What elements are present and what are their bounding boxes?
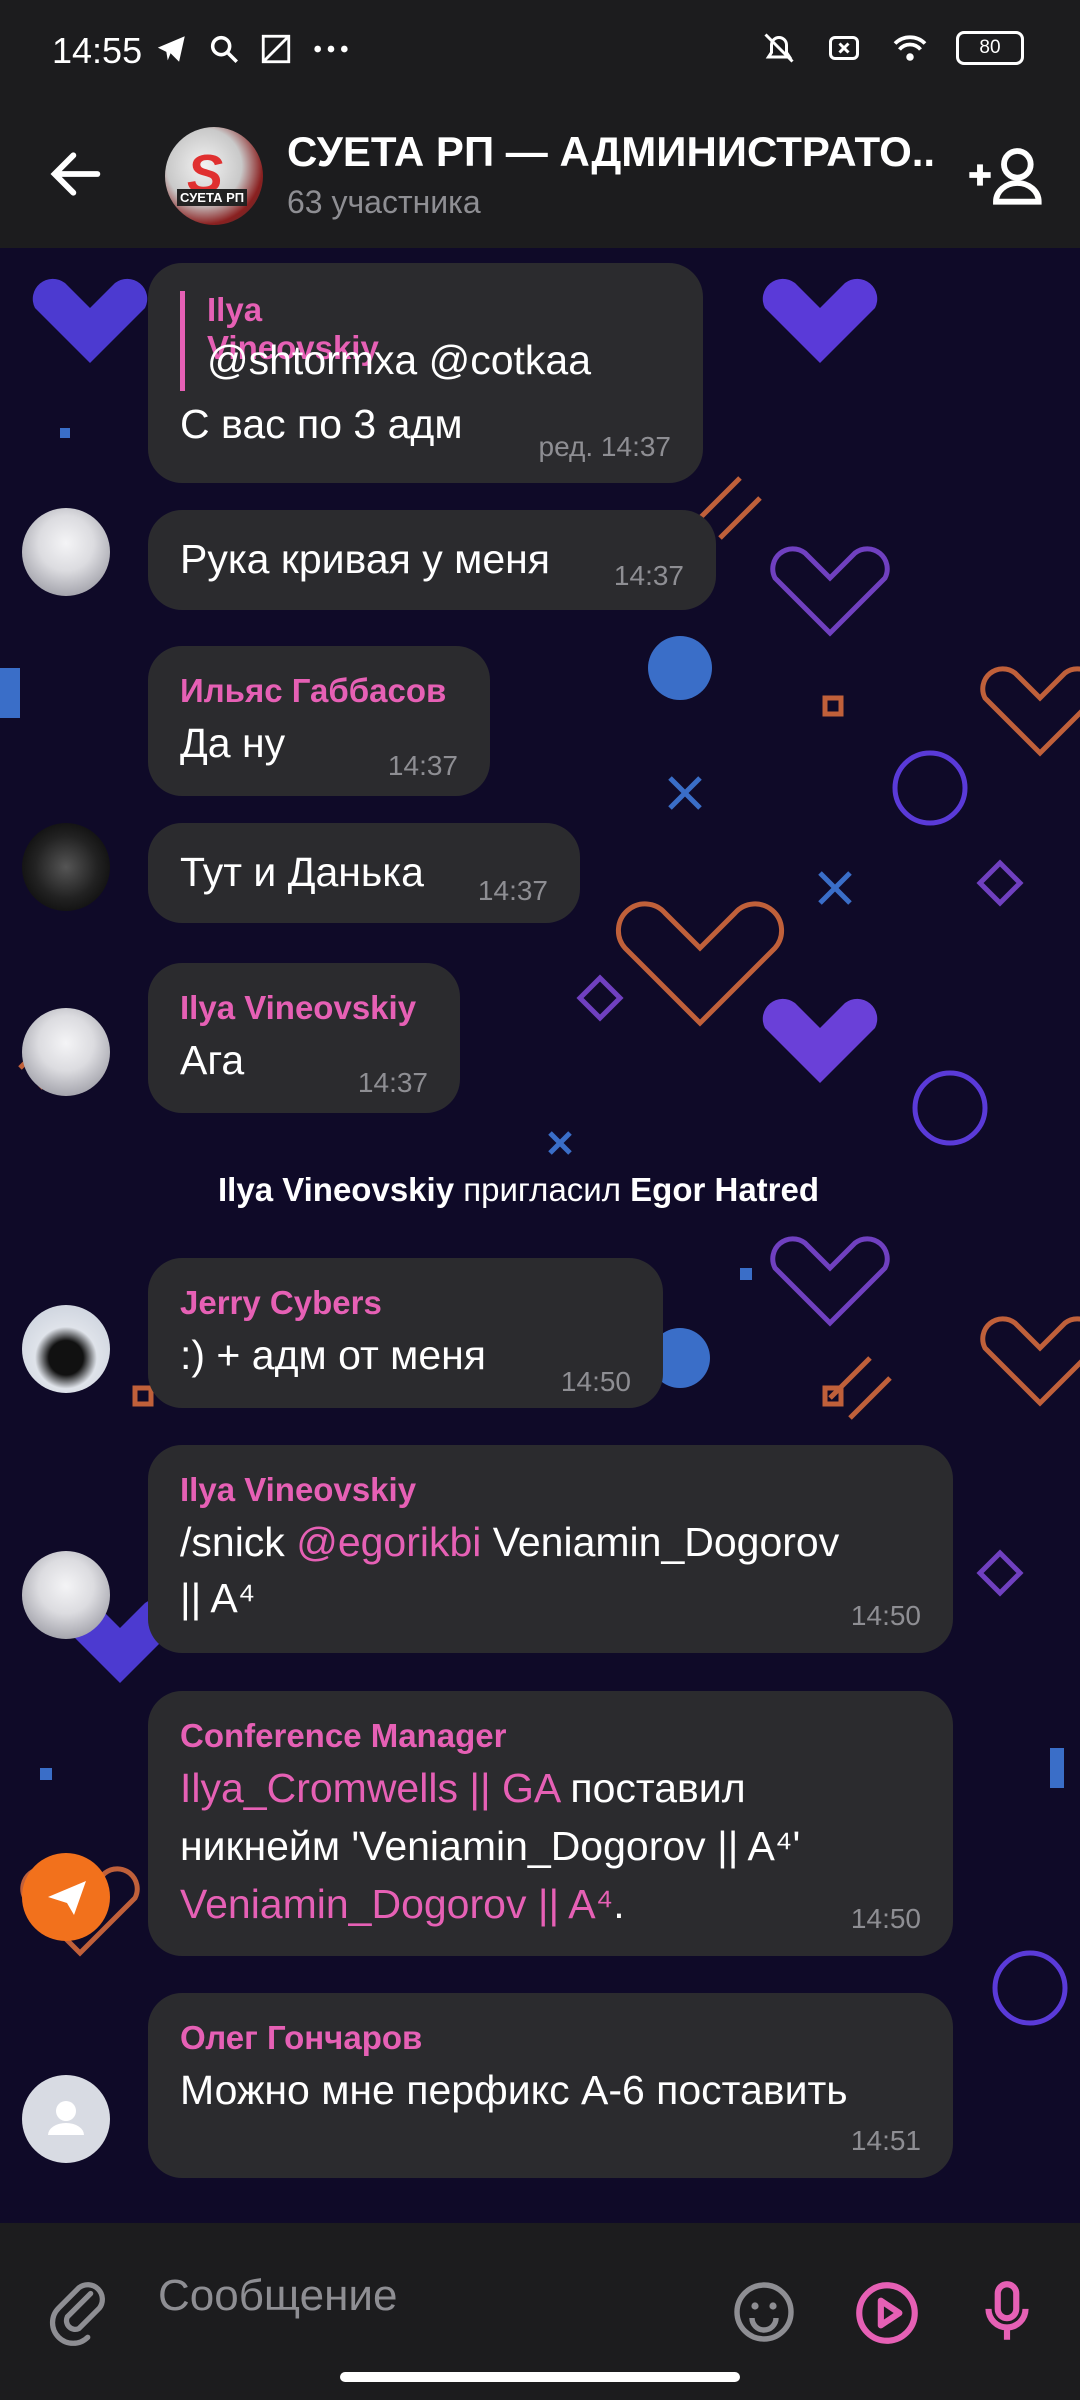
mention-link[interactable]: @egorikbi xyxy=(296,1519,481,1565)
message-bubble[interactable]: Ilya Vineovskiy @shtormxa @cotkaa С вас … xyxy=(148,263,703,483)
user-link[interactable]: Ilya_Cromwells || GA xyxy=(180,1765,559,1811)
quoted-text: @shtormxa @cotkaa xyxy=(207,337,592,383)
battery-indicator: 80 xyxy=(956,31,1024,65)
emoji-icon[interactable] xyxy=(728,2276,800,2348)
service-action: пригласил xyxy=(454,1171,631,1208)
service-message: Ilya Vineovskiy пригласил Egor Hatred xyxy=(200,1163,837,1217)
service-target[interactable]: Egor Hatred xyxy=(630,1171,819,1208)
avatar[interactable] xyxy=(22,1853,110,1941)
message-input[interactable]: Сообщение xyxy=(158,2271,397,2321)
status-time: 14:55 xyxy=(52,30,143,71)
message-bubble[interactable]: Тут и Данька 14:37 xyxy=(148,823,580,923)
sender-name[interactable]: Ильяс Габбасов xyxy=(180,672,446,710)
avatar[interactable] xyxy=(22,1551,110,1639)
avatar[interactable] xyxy=(22,1008,110,1096)
message-text-line: Veniamin_Dogorov || A⁴. xyxy=(180,1875,625,1933)
message-bubble[interactable]: Ilya Vineovskiy Ага 14:37 xyxy=(148,963,460,1113)
message-bubble[interactable]: Ильяс Габбасов Да ну 14:37 xyxy=(148,646,490,796)
mute-icon xyxy=(764,33,794,63)
sender-name[interactable]: Ilya Vineovskiy xyxy=(180,1471,416,1509)
sim-off-icon xyxy=(829,36,859,60)
message-text-line: никнейм 'Veniamin_Dogorov || A⁴' xyxy=(180,1823,801,1869)
avatar[interactable] xyxy=(22,823,110,911)
message-time: 14:51 xyxy=(850,2125,921,2156)
message-time: 14:37 xyxy=(613,560,684,591)
message-text-line: /snick @egorikbi Veniamin_Dogorov xyxy=(180,1513,839,1571)
message-bubble[interactable]: Conference Manager Ilya_Cromwells || GA … xyxy=(148,1691,953,1956)
message-text: Тут и Данька xyxy=(180,849,424,895)
message-text-line: Ilya_Cromwells || GA поставил xyxy=(180,1759,746,1817)
status-bar: 14:55 80 xyxy=(0,0,1080,100)
send-plane-icon xyxy=(48,1881,86,1915)
message-text-line: || A⁴ xyxy=(180,1575,256,1621)
chat-avatar-label: СУЕТА РП xyxy=(177,189,248,206)
chat-member-count: 63 участника xyxy=(287,184,481,220)
reply-quote[interactable]: Ilya Vineovskiy @shtormxa @cotkaa xyxy=(180,291,591,391)
more-icon xyxy=(314,45,348,53)
message-time: 14:37 xyxy=(357,1067,428,1098)
gallery-icon xyxy=(261,34,291,64)
chat-title[interactable]: СУЕТА РП — АДМИНИСТРАТО... xyxy=(287,128,937,176)
chat-header: S СУЕТА РП СУЕТА РП — АДМИНИСТРАТО... 63… xyxy=(0,100,1080,248)
status-notification-icons xyxy=(155,32,351,66)
wifi-icon xyxy=(893,35,927,61)
sender-name[interactable]: Jerry Cybers xyxy=(180,1284,382,1322)
search-icon xyxy=(210,35,239,64)
attach-icon[interactable] xyxy=(44,2276,114,2346)
microphone-icon[interactable] xyxy=(970,2273,1044,2351)
message-text-part: . xyxy=(613,1881,625,1927)
home-indicator[interactable] xyxy=(340,2372,740,2382)
message-text: Рука кривая у меня xyxy=(180,536,550,582)
message-text: :) + адм от меня xyxy=(180,1332,486,1378)
message-time: 14:50 xyxy=(850,1903,921,1934)
message-text-part: Veniamin_Dogorov xyxy=(481,1519,840,1565)
message-time: 14:37 xyxy=(387,750,458,781)
message-text: Да ну xyxy=(180,720,286,766)
message-time: 14:50 xyxy=(560,1366,631,1397)
message-text-part: /snick xyxy=(180,1519,297,1565)
sender-name[interactable]: Олег Гончаров xyxy=(180,2019,422,2057)
telegram-icon xyxy=(157,36,185,62)
message-time: ред. 14:37 xyxy=(538,431,672,462)
add-user-icon[interactable] xyxy=(964,140,1044,210)
avatar[interactable] xyxy=(22,2075,110,2163)
status-system-icons: 80 xyxy=(758,30,1024,66)
message-list: Ilya Vineovskiy @shtormxa @cotkaa С вас … xyxy=(0,248,1080,2223)
back-arrow-icon[interactable] xyxy=(44,142,108,206)
message-text: Можно мне перфикс А-6 поставить xyxy=(180,2067,848,2113)
message-bubble[interactable]: Jerry Cybers :) + адм от меня 14:50 xyxy=(148,1258,663,1408)
video-message-icon[interactable] xyxy=(850,2276,924,2350)
message-time: 14:37 xyxy=(477,875,548,906)
service-actor[interactable]: Ilya Vineovskiy xyxy=(218,1171,454,1208)
sender-name[interactable]: Ilya Vineovskiy xyxy=(180,989,416,1027)
avatar[interactable] xyxy=(22,1305,110,1393)
message-time: 14:50 xyxy=(850,1600,921,1631)
message-text-part: поставил xyxy=(559,1765,746,1811)
message-bubble[interactable]: Рука кривая у меня 14:37 xyxy=(148,510,716,610)
message-bubble[interactable]: Олег Гончаров Можно мне перфикс А-6 пост… xyxy=(148,1993,953,2178)
avatar[interactable] xyxy=(22,508,110,596)
chat-avatar[interactable]: S СУЕТА РП xyxy=(165,127,263,225)
message-text: С вас по 3 адм xyxy=(180,401,463,447)
user-link[interactable]: Veniamin_Dogorov || A⁴ xyxy=(180,1881,613,1927)
message-bubble[interactable]: Ilya Vineovskiy /snick @egorikbi Veniami… xyxy=(148,1445,953,1653)
sender-name[interactable]: Conference Manager xyxy=(180,1717,506,1755)
default-user-icon xyxy=(48,2101,84,2135)
message-text: Ага xyxy=(180,1037,245,1083)
